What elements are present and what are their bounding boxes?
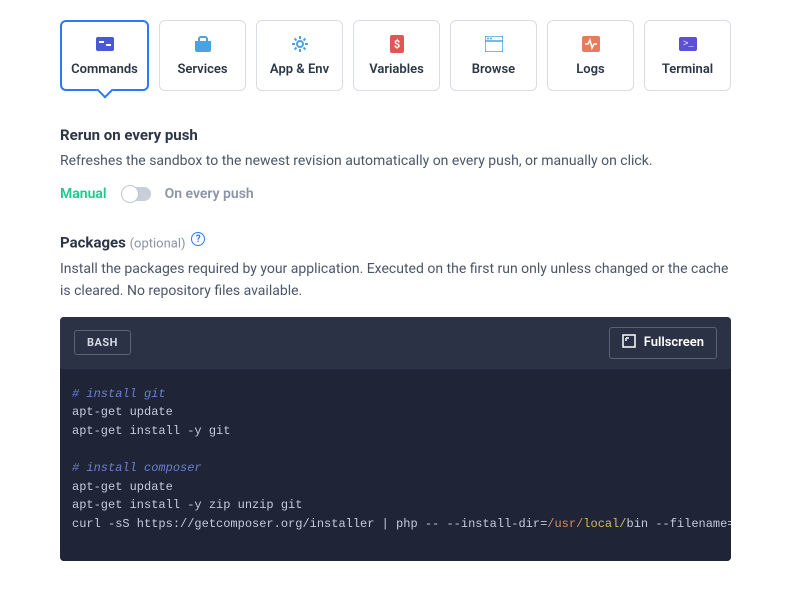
packages-optional: (optional) bbox=[130, 237, 186, 252]
rerun-desc: Refreshes the sandbox to the newest revi… bbox=[60, 150, 731, 172]
packages-desc: Install the packages required by your ap… bbox=[60, 258, 731, 303]
tab-browse[interactable]: Browse bbox=[450, 20, 537, 91]
tab-label: App & Env bbox=[270, 62, 329, 77]
code-editor[interactable]: # install git apt-get update apt-get ins… bbox=[60, 369, 731, 562]
tab-label: Terminal bbox=[662, 62, 713, 77]
packages-title: Packages (optional) ? bbox=[60, 232, 731, 252]
window-icon bbox=[484, 34, 504, 54]
tab-services[interactable]: Services bbox=[159, 20, 246, 91]
rerun-toggle[interactable] bbox=[121, 187, 151, 201]
push-label: On every push bbox=[165, 186, 254, 202]
tab-variables[interactable]: $ Variables bbox=[353, 20, 440, 91]
tab-label: Services bbox=[177, 62, 227, 77]
tab-logs[interactable]: Logs bbox=[547, 20, 634, 91]
terminal-icon: >_ bbox=[678, 34, 698, 54]
fullscreen-label: Fullscreen bbox=[644, 335, 704, 350]
dollar-file-icon: $ bbox=[387, 34, 407, 54]
rerun-title: Rerun on every push bbox=[60, 126, 731, 144]
fullscreen-icon bbox=[622, 334, 636, 352]
packages-section: Packages (optional) ? Install the packag… bbox=[60, 232, 731, 561]
activity-icon bbox=[581, 34, 601, 54]
packages-title-text: Packages bbox=[60, 234, 126, 252]
tab-app-env[interactable]: App & Env bbox=[256, 20, 343, 91]
tab-label: Variables bbox=[369, 62, 424, 77]
toggle-knob bbox=[121, 185, 139, 203]
rerun-toggle-row: Manual On every push bbox=[60, 186, 731, 202]
code-header: BASH Fullscreen bbox=[60, 317, 731, 369]
manual-label: Manual bbox=[60, 186, 107, 202]
fullscreen-button[interactable]: Fullscreen bbox=[609, 327, 717, 359]
tab-label: Logs bbox=[576, 62, 604, 77]
svg-text:$: $ bbox=[393, 38, 399, 51]
tab-label: Commands bbox=[71, 62, 138, 77]
terminal-square-icon bbox=[95, 34, 115, 54]
help-icon[interactable]: ? bbox=[191, 232, 205, 246]
tab-label: Browse bbox=[472, 62, 515, 77]
packages-code-block: BASH Fullscreen # install git apt-get up… bbox=[60, 317, 731, 562]
toolbox-icon bbox=[193, 34, 213, 54]
rerun-section: Rerun on every push Refreshes the sandbo… bbox=[60, 126, 731, 202]
code-lang-badge[interactable]: BASH bbox=[74, 330, 131, 355]
tab-bar: Commands Services App & Env $ Variables … bbox=[60, 20, 731, 91]
tab-commands[interactable]: Commands bbox=[60, 20, 149, 91]
tab-terminal[interactable]: >_ Terminal bbox=[644, 20, 731, 91]
gear-icon bbox=[290, 34, 310, 54]
svg-text:>_: >_ bbox=[683, 39, 694, 49]
